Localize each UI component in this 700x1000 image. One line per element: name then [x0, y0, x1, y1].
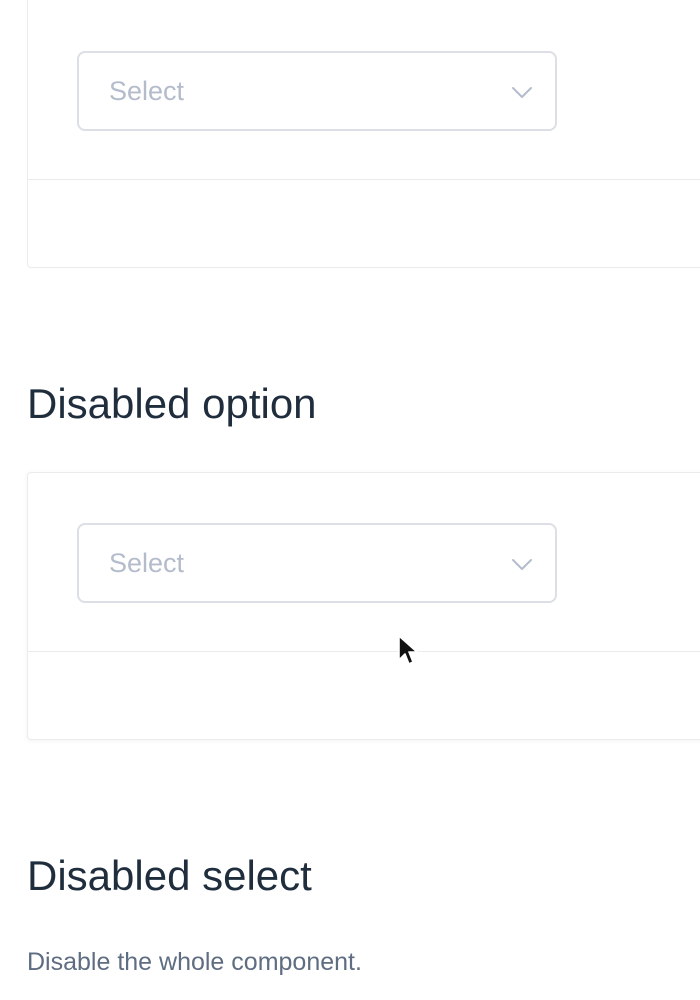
- demo-source-divider: [28, 651, 700, 652]
- chevron-down-icon: [512, 559, 532, 570]
- section-title-disabled-option: Disabled option: [27, 380, 317, 427]
- section-title-disabled-select: Disabled select: [27, 852, 312, 899]
- mouse-cursor-icon: [398, 635, 418, 665]
- basic-select[interactable]: Select: [77, 51, 557, 131]
- select-placeholder: Select: [109, 548, 185, 578]
- demo-source-divider: [28, 179, 700, 180]
- chevron-down-icon: [512, 87, 532, 98]
- section-description: Disable the whole component.: [27, 948, 362, 976]
- demo-block-disabled-option: Select: [27, 472, 700, 740]
- demo-block-basic: Select: [27, 0, 700, 268]
- select-placeholder: Select: [109, 76, 185, 106]
- disabled-option-select[interactable]: Select: [77, 523, 557, 603]
- page: Select Disabled option Select Disabled s…: [0, 0, 700, 1000]
